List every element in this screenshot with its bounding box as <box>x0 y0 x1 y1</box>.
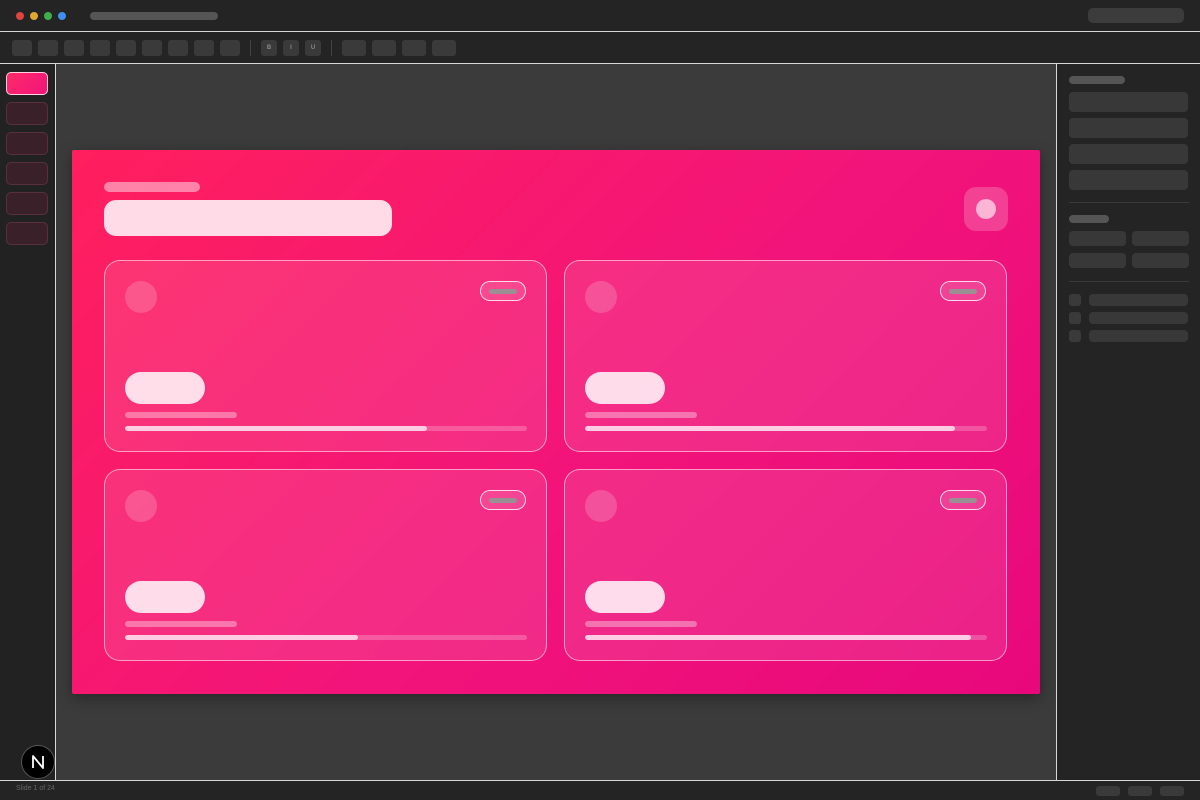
card-tag-badge[interactable] <box>480 490 526 510</box>
card-avatar <box>585 281 617 313</box>
properties-panel <box>1056 64 1200 780</box>
card-progress-bar <box>585 635 987 640</box>
card-caption-placeholder <box>585 412 697 418</box>
toolbar-button-9[interactable] <box>220 40 240 56</box>
metric-card[interactable] <box>104 469 547 661</box>
n-logo-icon[interactable] <box>21 745 55 779</box>
card-avatar <box>125 490 157 522</box>
slide-thumbnail-2[interactable] <box>6 102 48 125</box>
card-value-placeholder <box>125 372 205 404</box>
card-caption-placeholder <box>585 621 697 627</box>
metric-card[interactable] <box>104 260 547 452</box>
option-label-placeholder <box>1089 330 1188 342</box>
metric-card[interactable] <box>564 469 1007 661</box>
property-input-h[interactable] <box>1132 253 1189 268</box>
card-caption-placeholder <box>125 412 237 418</box>
toolbar-button-5[interactable] <box>116 40 136 56</box>
share-button[interactable] <box>1088 8 1184 23</box>
toolbar-button-1[interactable] <box>12 40 32 56</box>
title-bar <box>0 0 1200 32</box>
italic-button[interactable]: I <box>283 40 299 56</box>
status-button-1[interactable] <box>1096 786 1120 796</box>
panel-heading <box>1069 76 1125 84</box>
panel-divider <box>1069 281 1189 282</box>
tag-label-placeholder <box>949 498 977 503</box>
card-progress-fill <box>125 426 427 431</box>
option-label-placeholder <box>1089 294 1188 306</box>
card-progress-fill <box>125 635 359 640</box>
document-title <box>90 12 218 20</box>
toolbar: B I U <box>0 32 1200 64</box>
card-value-placeholder <box>585 372 665 404</box>
minimize-window-button[interactable] <box>30 12 38 20</box>
card-progress-bar <box>585 426 987 431</box>
slide-eyebrow-placeholder <box>104 182 200 192</box>
property-input-y[interactable] <box>1132 231 1189 246</box>
card-caption-placeholder <box>125 621 237 627</box>
card-progress-fill <box>585 426 955 431</box>
slide-thumbnail-1[interactable] <box>6 72 48 95</box>
bold-button[interactable]: B <box>261 40 277 56</box>
status-bar: Slide 1 of 24 <box>0 780 1200 800</box>
card-progress-bar <box>125 635 527 640</box>
property-field-2[interactable] <box>1069 118 1188 138</box>
toolbar-button-10[interactable] <box>342 40 366 56</box>
tag-label-placeholder <box>489 498 517 503</box>
card-tag-badge[interactable] <box>940 490 986 510</box>
slide-thumbnail-6[interactable] <box>6 222 48 245</box>
property-field-4[interactable] <box>1069 170 1188 190</box>
card-avatar <box>585 490 617 522</box>
property-field-3[interactable] <box>1069 144 1188 164</box>
status-button-2[interactable] <box>1128 786 1152 796</box>
toolbar-button-12[interactable] <box>402 40 426 56</box>
circle-icon <box>976 199 996 219</box>
option-label-placeholder <box>1089 312 1188 324</box>
property-input-x[interactable] <box>1069 231 1126 246</box>
slide-action-button[interactable] <box>964 187 1008 231</box>
card-progress-bar <box>125 426 527 431</box>
property-field-1[interactable] <box>1069 92 1188 112</box>
option-checkbox-3[interactable] <box>1069 330 1081 342</box>
toolbar-button-2[interactable] <box>38 40 58 56</box>
card-value-placeholder <box>585 581 665 613</box>
toolbar-button-7[interactable] <box>168 40 188 56</box>
underline-button[interactable]: U <box>305 40 321 56</box>
window-extra-button[interactable] <box>58 12 66 20</box>
option-checkbox-2[interactable] <box>1069 312 1081 324</box>
property-input-w[interactable] <box>1069 253 1126 268</box>
toolbar-divider <box>250 40 251 56</box>
toolbar-divider <box>331 40 332 56</box>
toolbar-button-6[interactable] <box>142 40 162 56</box>
n-letter-icon <box>32 755 44 769</box>
card-value-placeholder <box>125 581 205 613</box>
slide-thumbnail-4[interactable] <box>6 162 48 185</box>
option-checkbox-1[interactable] <box>1069 294 1081 306</box>
card-tag-badge[interactable] <box>940 281 986 301</box>
close-window-button[interactable] <box>16 12 24 20</box>
card-tag-badge[interactable] <box>480 281 526 301</box>
toolbar-button-8[interactable] <box>194 40 214 56</box>
slide-thumbnail-3[interactable] <box>6 132 48 155</box>
zoom-window-button[interactable] <box>44 12 52 20</box>
slide[interactable] <box>72 150 1040 694</box>
slide-headline-placeholder[interactable] <box>104 200 392 236</box>
metric-card[interactable] <box>564 260 1007 452</box>
card-progress-fill <box>585 635 971 640</box>
toolbar-button-11[interactable] <box>372 40 396 56</box>
tag-label-placeholder <box>489 289 517 294</box>
panel-heading <box>1069 215 1109 223</box>
slide-canvas <box>56 64 1056 780</box>
slide-counter: Slide 1 of 24 <box>16 785 55 792</box>
status-button-3[interactable] <box>1160 786 1184 796</box>
card-avatar <box>125 281 157 313</box>
toolbar-button-13[interactable] <box>432 40 456 56</box>
slide-thumbnail-5[interactable] <box>6 192 48 215</box>
toolbar-button-4[interactable] <box>90 40 110 56</box>
slide-thumbnail-rail <box>0 64 56 780</box>
toolbar-button-3[interactable] <box>64 40 84 56</box>
tag-label-placeholder <box>949 289 977 294</box>
panel-divider <box>1069 202 1189 203</box>
